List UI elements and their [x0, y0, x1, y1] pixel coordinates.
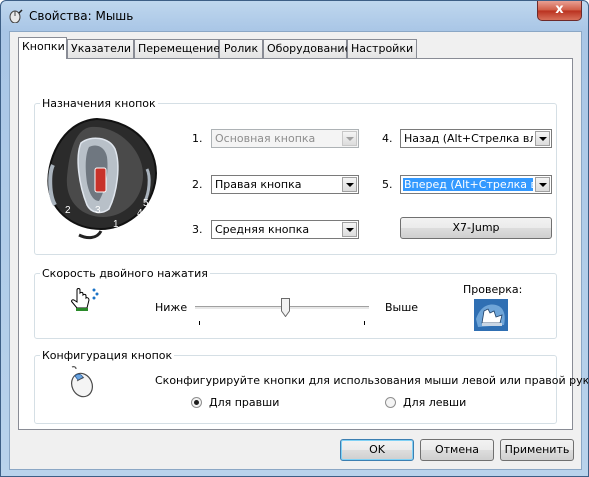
assignment-number-4: 4. — [382, 132, 393, 145]
button-3-select[interactable]: Средняя кнопка — [211, 220, 359, 239]
slider-tick-end — [364, 321, 365, 325]
button-5-select[interactable]: Вперед (Alt+Стрелка вправо) — [400, 175, 552, 194]
window-title: Свойства: Мышь — [29, 9, 134, 23]
config-description: Сконфигурируйте кнопки для использования… — [155, 374, 589, 387]
mouse-label-4: 4 — [137, 208, 143, 219]
gaming-mouse-image: 2 3 1 4 5 — [47, 117, 157, 240]
double-click-speed-slider[interactable] — [195, 298, 369, 318]
chevron-down-icon — [535, 131, 550, 146]
button-1-value: Основная кнопка — [215, 132, 316, 145]
button-2-value: Правая кнопка — [215, 178, 302, 191]
assignments-legend: Назначения кнопок — [42, 97, 156, 110]
apply-button[interactable]: Применить — [500, 439, 574, 461]
tab-wheel[interactable]: Ролик — [219, 39, 263, 58]
mouse-app-icon — [9, 9, 23, 23]
mouse-label-1: 1 — [113, 219, 119, 230]
buttons-tab-panel: Назначения кнопок 2 3 1 4 5 1. Основная … — [18, 58, 588, 430]
left-handed-label[interactable]: Для левши — [403, 396, 466, 409]
button-config-legend: Конфигурация кнопок — [42, 349, 173, 362]
hand-pointer-icon — [71, 288, 99, 311]
mouse-label-5: 5 — [143, 198, 149, 209]
button-4-select[interactable]: Назад (Alt+Стрелка влево) — [400, 129, 552, 148]
button-2-select[interactable]: Правая кнопка — [211, 175, 359, 194]
speed-fast-label: Выше — [385, 301, 419, 314]
button-3-value: Средняя кнопка — [215, 223, 310, 236]
right-handed-label[interactable]: Для правши — [209, 396, 279, 409]
double-click-legend: Скорость двойного нажатия — [42, 267, 208, 280]
button-1-select[interactable]: Основная кнопка — [211, 129, 359, 148]
tab-pointers[interactable]: Указатели — [67, 39, 134, 58]
assignment-number-5: 5. — [382, 178, 393, 191]
close-button[interactable]: x — [537, 1, 582, 21]
chevron-down-icon — [342, 177, 357, 192]
mouse-config-icon — [71, 366, 93, 398]
chevron-down-icon — [535, 177, 550, 192]
folder-test-icon[interactable] — [474, 299, 508, 331]
tab-motion[interactable]: Перемещение — [134, 39, 220, 58]
assignment-number-2: 2. — [192, 178, 203, 191]
ok-button[interactable]: OK — [340, 439, 414, 461]
mouse-properties-window: Свойства: Мышь x Кнопки Указатели Переме… — [0, 0, 589, 477]
tab-buttons[interactable]: Кнопки — [18, 37, 67, 59]
chevron-down-icon — [342, 222, 357, 237]
cancel-button[interactable]: Отмена — [420, 439, 494, 461]
right-handed-radio[interactable] — [191, 397, 202, 408]
button-5-value: Вперед (Alt+Стрелка вправо) — [403, 178, 533, 191]
mouse-label-3: 3 — [95, 205, 101, 216]
slider-tick-start — [199, 321, 200, 325]
dialog-body: Кнопки Указатели Перемещение Ролик Обору… — [9, 31, 588, 470]
title-bar[interactable]: Свойства: Мышь x — [1, 1, 588, 31]
button-4-value: Назад (Alt+Стрелка влево) — [404, 132, 533, 145]
tab-settings[interactable]: Настройки — [347, 39, 417, 58]
assignment-number-3: 3. — [192, 223, 203, 236]
left-handed-radio[interactable] — [385, 397, 396, 408]
chevron-down-icon — [342, 131, 357, 146]
mouse-label-2: 2 — [65, 205, 71, 216]
tab-hardware[interactable]: Оборудование — [263, 39, 351, 58]
assignment-number-1: 1. — [192, 132, 203, 145]
x7-jump-button[interactable]: X7-Jump — [400, 217, 552, 239]
speed-slow-label: Ниже — [155, 301, 188, 314]
test-area-label: Проверка: — [463, 283, 523, 296]
slider-thumb[interactable] — [281, 298, 291, 318]
